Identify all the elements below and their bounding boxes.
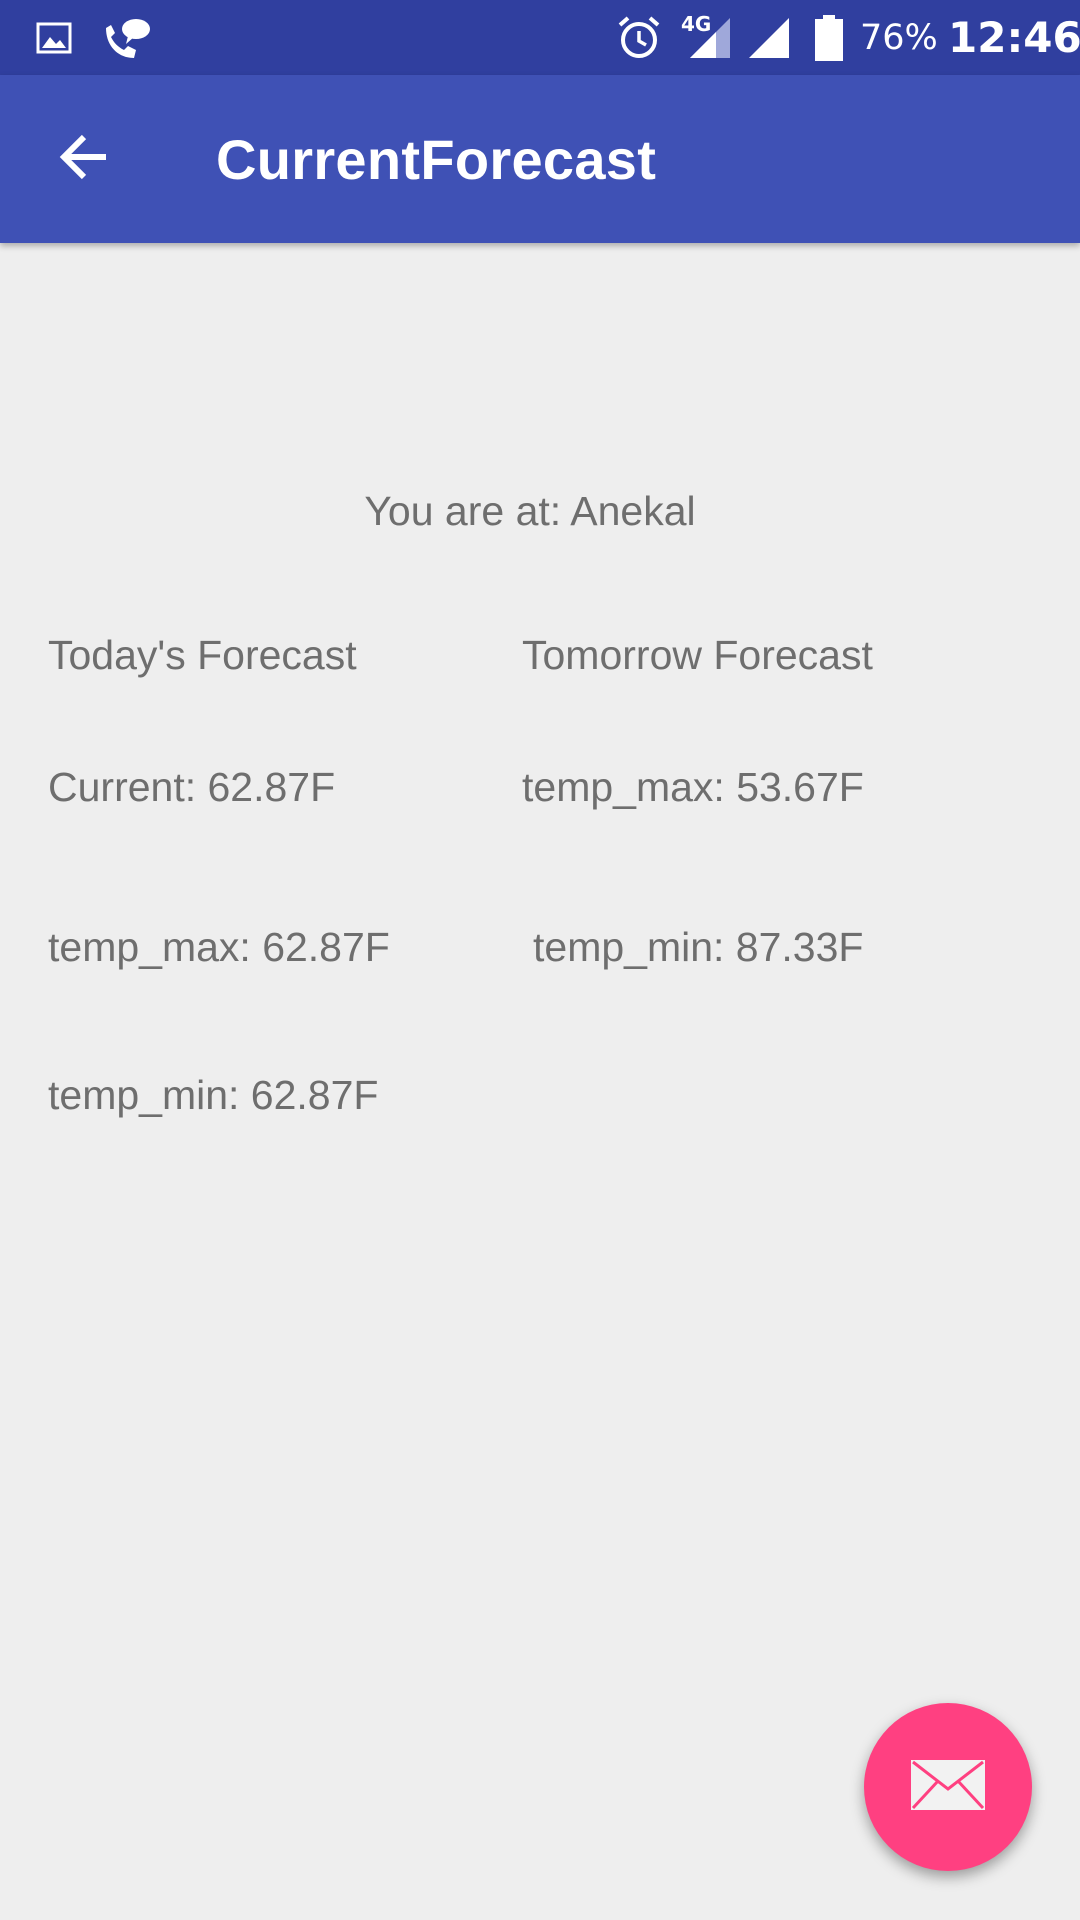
app-bar: CurrentForecast: [0, 75, 1080, 243]
tomorrow-forecast-heading: Tomorrow Forecast: [522, 632, 873, 678]
arrow-back-icon: [58, 133, 110, 186]
app-title: CurrentForecast: [216, 127, 657, 191]
status-bar: 4G 76% 12:46: [0, 0, 1080, 75]
battery-icon: [812, 0, 846, 75]
clock-time: 12:46: [948, 13, 1080, 62]
today-current-temp: Current: 62.87F: [48, 764, 336, 810]
network-label: 4G: [681, 11, 712, 36]
location-text: You are at: Anekal: [364, 488, 696, 534]
battery-percent: 76%: [860, 17, 938, 58]
signal-icon: [744, 0, 794, 75]
image-icon: [34, 0, 74, 75]
today-temp-max: temp_max: 62.87F: [48, 924, 390, 970]
mail-icon: [910, 1759, 986, 1816]
tomorrow-temp-min: temp_min: 87.33F: [533, 924, 864, 970]
today-temp-min: temp_min: 62.87F: [48, 1072, 379, 1118]
tomorrow-temp-max: temp_max: 53.67F: [522, 764, 864, 810]
screen: 4G 76% 12:46 CurrentForecast You are at:…: [0, 0, 1080, 1920]
alarm-icon: [614, 0, 664, 75]
back-button[interactable]: [40, 115, 128, 203]
call-chat-icon: [98, 0, 154, 75]
send-mail-fab[interactable]: [864, 1703, 1032, 1871]
today-forecast-heading: Today's Forecast: [48, 632, 357, 678]
